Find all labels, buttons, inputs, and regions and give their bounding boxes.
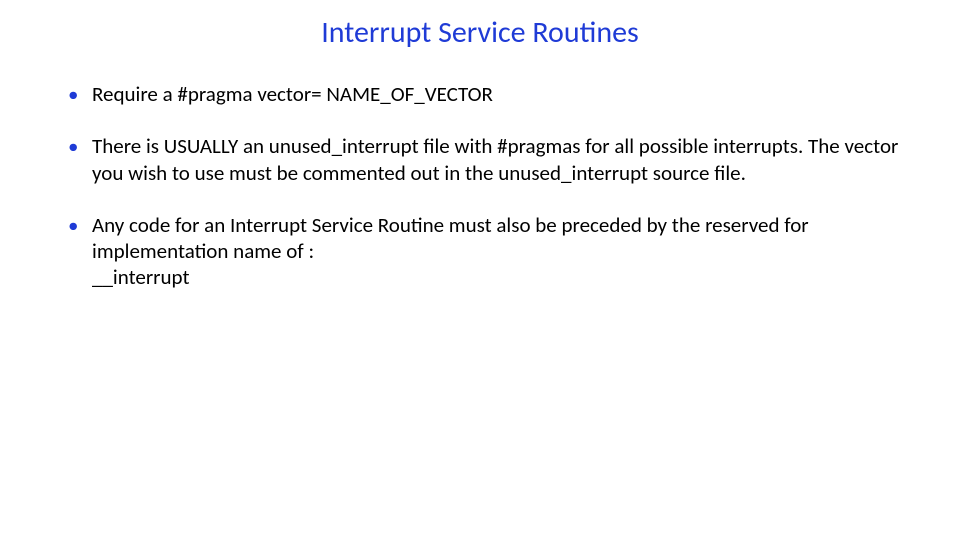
bullet-item-2: There is USUALLY an unused_interrupt fil… (60, 133, 900, 186)
bullet-item-1: Require a #pragma vector= NAME_OF_VECTOR (60, 81, 900, 107)
bullet-text-1: Require a #pragma vector= NAME_OF_VECTOR (92, 81, 493, 107)
bullet-text-3b: __interrupt (92, 264, 900, 290)
bullet-text-2: There is USUALLY an unused_interrupt fil… (92, 133, 898, 185)
slide: Interrupt Service Routines Require a #pr… (0, 0, 960, 540)
bullet-item-3: Any code for an Interrupt Service Routin… (60, 212, 900, 291)
bullet-list: Require a #pragma vector= NAME_OF_VECTOR… (60, 81, 900, 291)
slide-title: Interrupt Service Routines (60, 14, 900, 51)
bullet-text-3a: Any code for an Interrupt Service Routin… (92, 212, 809, 264)
